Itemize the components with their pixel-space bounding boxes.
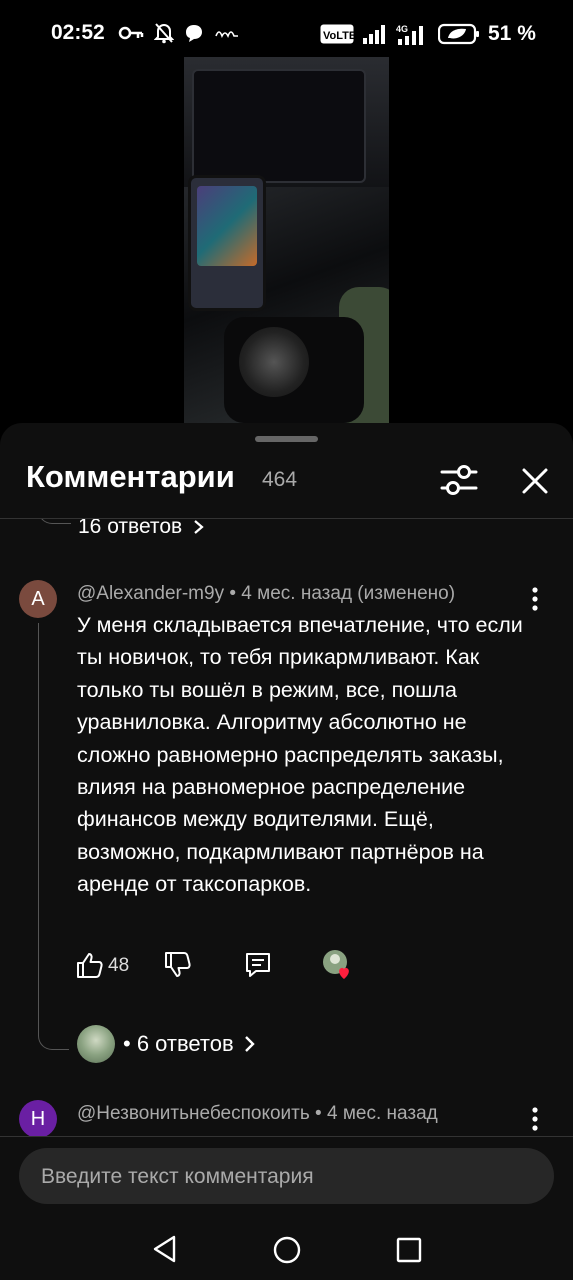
video-phone-shape bbox=[188, 175, 266, 311]
back-triangle-icon bbox=[153, 1235, 176, 1263]
avatar[interactable]: Н bbox=[19, 1100, 57, 1136]
comment-reply-icon bbox=[246, 953, 270, 977]
comment-menu-button[interactable] bbox=[525, 1106, 545, 1132]
comments-title: Комментарии bbox=[26, 459, 235, 494]
nav-home-button[interactable] bbox=[272, 1235, 302, 1265]
comments-sheet: Комментарии 464 16 ответов A @Alexander-… bbox=[0, 423, 573, 1280]
drag-handle[interactable] bbox=[255, 436, 318, 442]
comment-meta: @Незвонитьнебеспокоить • 4 мес. назад bbox=[77, 1103, 438, 1125]
chevron-right-icon bbox=[244, 1036, 255, 1052]
video-phone-map-shape bbox=[197, 186, 257, 266]
battery-percent: 51 % bbox=[488, 22, 536, 45]
thread-connector bbox=[38, 519, 71, 524]
nav-recent-apps-button[interactable] bbox=[396, 1237, 422, 1263]
volte-icon: VoLTE bbox=[320, 24, 354, 44]
comment-time: • 4 мес. назад (изменено) bbox=[224, 583, 456, 604]
replies-label: • 6 ответов bbox=[123, 1031, 234, 1056]
nav-back-button[interactable] bbox=[150, 1234, 180, 1264]
video-gear-knob-shape bbox=[239, 327, 309, 397]
comment-author[interactable]: @Незвонитьнебеспокоить bbox=[77, 1103, 310, 1124]
svg-text:4G: 4G bbox=[396, 24, 408, 34]
comments-list[interactable]: 16 ответов A @Alexander-m9y • 4 мес. наз… bbox=[0, 519, 573, 1136]
video-car-screen-shape bbox=[192, 69, 366, 183]
bell-off-icon bbox=[154, 23, 174, 44]
dislike-button[interactable] bbox=[164, 951, 192, 979]
comment-text: У меня складывается впечатление, что есл… bbox=[77, 613, 523, 897]
avatar[interactable]: A bbox=[19, 580, 57, 618]
square-icon bbox=[396, 1237, 422, 1263]
system-nav-bar bbox=[0, 1222, 573, 1280]
comment-time: • 4 мес. назад bbox=[309, 1103, 438, 1124]
4g-signal-icon: 4G bbox=[396, 24, 423, 45]
home-circle-icon bbox=[273, 1236, 301, 1264]
comment-composer[interactable] bbox=[19, 1148, 554, 1206]
close-icon bbox=[522, 468, 548, 494]
key-icon bbox=[118, 26, 144, 40]
view-replies-button[interactable]: • 6 ответов bbox=[77, 1025, 258, 1063]
more-vertical-icon bbox=[532, 1107, 538, 1131]
video-player[interactable] bbox=[184, 57, 389, 423]
comment-actions: 48 bbox=[0, 949, 573, 989]
signal-icon bbox=[363, 25, 385, 44]
creator-heart-icon bbox=[323, 950, 349, 979]
status-time: 02:52 bbox=[51, 21, 105, 44]
like-count: 48 bbox=[108, 955, 130, 976]
prev-replies-label: 16 ответов bbox=[78, 519, 183, 538]
sliders-icon bbox=[440, 465, 478, 495]
comment-author[interactable]: @Alexander-m9y bbox=[77, 583, 224, 604]
like-button[interactable] bbox=[76, 951, 104, 979]
chat-bubble-icon bbox=[186, 25, 202, 42]
reply-avatar bbox=[77, 1025, 115, 1063]
composer-divider bbox=[0, 1136, 573, 1137]
battery-icon bbox=[438, 23, 479, 45]
reply-button[interactable] bbox=[244, 951, 272, 979]
close-button[interactable] bbox=[515, 461, 555, 501]
comments-count: 464 bbox=[262, 468, 298, 491]
prev-thread-replies-button[interactable]: 16 ответов bbox=[78, 519, 206, 539]
svg-text:VoLTE: VoLTE bbox=[323, 30, 354, 42]
thumbs-up-icon bbox=[77, 953, 103, 978]
carrier-text-icon bbox=[215, 31, 238, 38]
chevron-right-icon bbox=[194, 520, 204, 535]
comment-meta: @Alexander-m9y • 4 мес. назад (изменено) bbox=[77, 583, 455, 605]
comment-input[interactable] bbox=[39, 1148, 538, 1206]
thumbs-down-icon bbox=[165, 952, 191, 977]
filter-button[interactable] bbox=[438, 461, 480, 499]
creator-heart-badge bbox=[322, 949, 356, 981]
